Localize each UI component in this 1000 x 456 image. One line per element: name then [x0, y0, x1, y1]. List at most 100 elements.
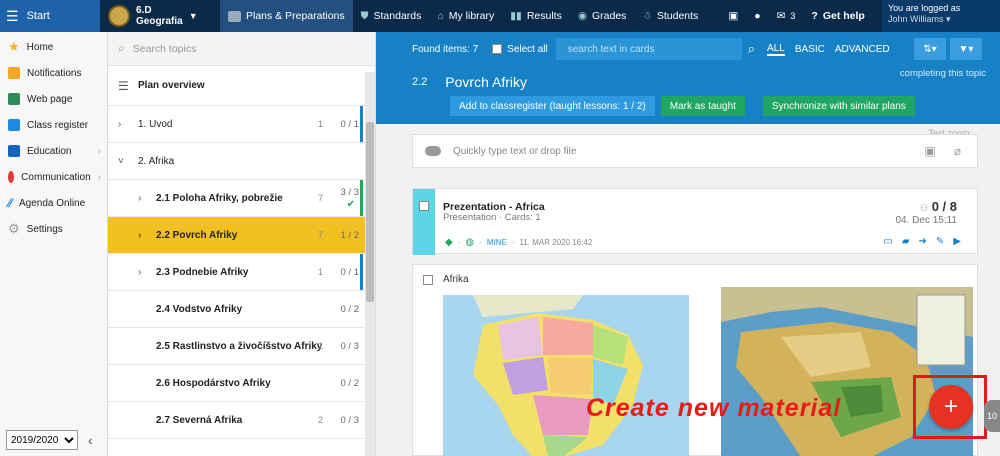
messages-button[interactable]: ✉ 3	[769, 0, 804, 32]
card-meta-date: 11. MAR 2020 16:42	[519, 238, 593, 247]
cast-icon[interactable]: ▭	[883, 236, 892, 247]
chevron-right-icon[interactable]: ›	[138, 193, 141, 204]
topics-panel: ⌕ Search topics ☰ Plan overview › 1. Uvod…	[108, 32, 376, 456]
help-button[interactable]: ? Get help	[803, 0, 872, 32]
sidebar-item-class-register[interactable]: Class register	[0, 112, 107, 138]
mark-as-taught-button[interactable]: Mark as taught	[660, 96, 745, 116]
grades-icon: ◉	[577, 10, 587, 22]
topic-row[interactable]: 2.4 Vodstvo Afriky 0 / 2	[108, 291, 375, 328]
select-all[interactable]: Select all	[492, 44, 548, 55]
topic-card-count: 7	[317, 230, 323, 240]
class-selector[interactable]: 6.D Geografia ▼	[100, 0, 220, 32]
attachment-icon[interactable]: ⌀	[954, 144, 961, 158]
topic-card-count: 1	[317, 341, 323, 351]
pencil-icon[interactable]: ✎	[936, 236, 944, 247]
nav-results[interactable]: ▮▮ Results	[502, 0, 570, 32]
synchronize-button[interactable]: Synchronize with similar plans	[762, 96, 915, 116]
folder-icon[interactable]: ▰	[902, 236, 910, 247]
sidebar-item-education[interactable]: Education ›	[0, 138, 107, 164]
sort-button[interactable]: ⇅▾	[914, 38, 946, 60]
library-icon: ⌂	[437, 10, 444, 22]
sidebar-item-label: Education	[27, 145, 72, 157]
sidebar-item-web-page[interactable]: Web page	[0, 86, 107, 112]
topic-row[interactable]: › 2.2 Povrch Afriky 7 1 / 2	[108, 217, 375, 254]
add-to-classregister-button[interactable]: Add to classregister (taught lessons: 1 …	[450, 96, 655, 116]
topic-row[interactable]: 2.6 Hospodárstvo Afriky 0 / 2	[108, 365, 375, 402]
topic-label: 2.3 Podnebie Afriky	[156, 266, 249, 278]
nav-grades-label: Grades	[592, 10, 627, 22]
nav-standards[interactable]: ⛊ Standards	[353, 0, 430, 32]
topic-row[interactable]: 2.7 Severná Afrika 2 0 / 3	[108, 402, 375, 439]
meta-dot: ·	[511, 238, 515, 247]
user-name: John Williams	[888, 14, 944, 24]
chevron-down-icon[interactable]: ˅	[118, 156, 124, 167]
topics-search[interactable]: ⌕ Search topics	[108, 32, 375, 66]
chevron-right-icon[interactable]: ›	[138, 267, 141, 278]
caret-down-icon: ▾	[946, 14, 951, 24]
filter-button[interactable]: ▼▾	[950, 38, 982, 60]
create-material-button[interactable]: +	[929, 385, 973, 429]
tab-advanced[interactable]: ADVANCED	[835, 44, 890, 55]
sidebar-item-label: Class register	[27, 119, 89, 131]
start-button[interactable]: ☰ Start	[0, 0, 100, 32]
sidebar-item-notifications[interactable]: Notifications	[0, 60, 107, 86]
quick-add-placeholder: Quickly type text or drop file	[453, 145, 577, 157]
year-selector-wrap: 2019/2020 ‹	[6, 430, 93, 450]
topic-row[interactable]: › 1. Uvod 1 0 / 1	[108, 106, 375, 143]
play-icon[interactable]: ▶	[953, 236, 961, 247]
topic-progress: 0 / 1	[340, 266, 360, 278]
topics-scroll-thumb[interactable]	[366, 122, 374, 302]
chat-button[interactable]: ●	[746, 0, 768, 32]
sidebar-item-label: Communication	[21, 171, 91, 183]
material-card[interactable]: Afrika	[412, 264, 978, 456]
topic-row[interactable]: 2.5 Rastlinstvo a živočíšstvo Afriky 1 0 /…	[108, 328, 375, 365]
found-items: Found items: 7	[412, 43, 479, 55]
login-icon[interactable]: ➜	[919, 236, 927, 247]
nav-results-label: Results	[526, 10, 562, 22]
topic-row[interactable]: › 2.3 Podnebie Afriky 1 0 / 1	[108, 254, 375, 291]
search-icon[interactable]: ⌕	[748, 41, 755, 57]
nav-library[interactable]: ⌂ My library	[429, 0, 502, 32]
collapse-left-icon[interactable]: ‹	[88, 432, 93, 448]
topic-progress: 0 / 3	[340, 414, 360, 426]
plan-overview[interactable]: ☰ Plan overview	[108, 66, 375, 106]
sidebar-item-agenda-online[interactable]: ⁄⁄ Agenda Online	[0, 190, 107, 216]
topics-scrollbar[interactable]	[365, 72, 375, 456]
topic-row[interactable]: › 2.1 Poloha Afriky, pobrežie 7 3 / 3 ✔	[108, 180, 375, 217]
chevron-right-icon[interactable]: ›	[118, 119, 121, 130]
tab-all[interactable]: ALL	[767, 43, 785, 56]
topic-row[interactable]: ˅ 2. Afrika	[108, 143, 375, 180]
sidebar: ★ Home Notifications Web page Class regi…	[0, 32, 108, 456]
tab-basic[interactable]: BASIC	[795, 44, 825, 55]
plan-overview-label: Plan overview	[138, 80, 205, 91]
filter-row: Found items: 7 Select all search text in…	[376, 32, 1000, 66]
sidebar-item-communication[interactable]: Communication ›	[0, 164, 107, 190]
image-icon[interactable]: ▣	[924, 144, 935, 158]
school-year-select[interactable]: 2019/2020	[6, 430, 78, 450]
card-checkbox[interactable]	[423, 275, 433, 285]
nav-plans[interactable]: Plans & Preparations	[220, 0, 353, 32]
quick-add-input[interactable]: Quickly type text or drop file ▣ ⌀	[412, 134, 978, 168]
user-menu[interactable]: You are logged as John Williams ▾	[882, 0, 1000, 32]
select-all-checkbox[interactable]	[492, 44, 503, 54]
material-card[interactable]: Prezentation - Africa Presentation · Car…	[412, 188, 978, 255]
sidebar-item-home[interactable]: ★ Home	[0, 34, 107, 60]
results-icon: ▮▮	[510, 10, 522, 22]
sidebar-item-settings[interactable]: ⚙ Settings	[0, 216, 107, 242]
tag-icon[interactable]: ◆	[445, 237, 453, 248]
chevron-right-icon[interactable]: ›	[138, 230, 141, 241]
nav-grades[interactable]: ◉ Grades	[570, 0, 635, 32]
card-owner: MINE	[486, 238, 507, 247]
card-title: Afrika	[443, 274, 469, 285]
card-subtitle: Presentation · Cards: 1	[443, 212, 541, 223]
card-checkbox[interactable]	[419, 201, 429, 211]
side-bubble[interactable]: 10	[984, 400, 1000, 432]
card-search-input[interactable]: search text in cards	[555, 38, 742, 60]
topic-label: 2.7 Severná Afrika	[156, 414, 243, 426]
screen-button[interactable]: ▣	[720, 0, 746, 32]
nav-students[interactable]: ☃ Students	[634, 0, 706, 32]
register-icon	[8, 119, 20, 131]
list-icon: ☰	[118, 78, 129, 93]
globe-icon[interactable]: ◍	[465, 237, 474, 248]
messages-count: 3	[790, 11, 796, 21]
